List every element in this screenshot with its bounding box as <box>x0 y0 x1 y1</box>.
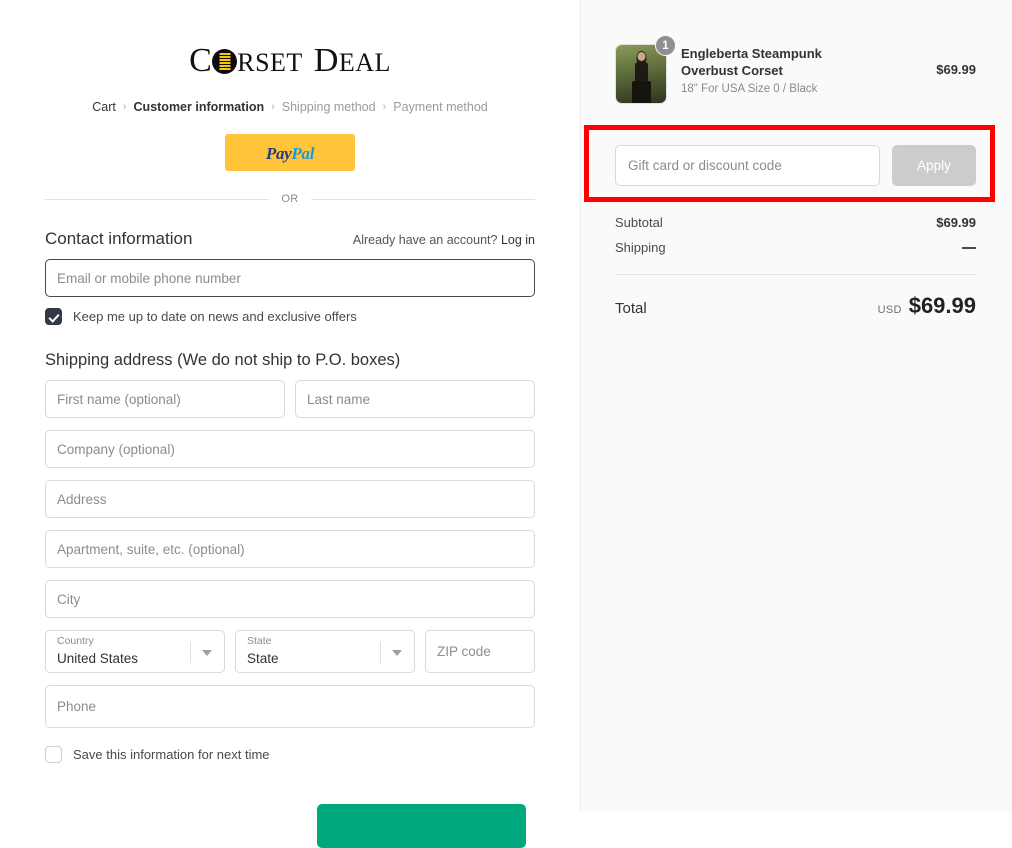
store-logo-text: C RSET DEAL <box>189 44 391 78</box>
product-image-figure <box>631 51 652 103</box>
last-name-input[interactable] <box>295 380 535 418</box>
or-divider-line-right <box>310 198 535 200</box>
company-input[interactable] <box>45 430 535 468</box>
breadcrumb: Cart › Customer information › Shipping m… <box>45 100 535 114</box>
phone-input[interactable] <box>45 685 535 728</box>
breadcrumb-separator-icon: › <box>382 101 387 113</box>
first-name-input[interactable] <box>45 380 285 418</box>
shipping-label: Shipping <box>615 240 666 255</box>
apply-discount-button[interactable]: Apply <box>892 145 976 186</box>
state-select[interactable]: State State <box>235 630 415 673</box>
quantity-badge: 1 <box>655 35 676 56</box>
line-item-variant: 18" For USA Size 0 / Black <box>681 83 818 96</box>
chevron-down-icon <box>392 649 402 656</box>
newsletter-checkbox[interactable] <box>45 308 62 325</box>
order-totals: Subtotal $69.99 Shipping Total USD $69.9… <box>615 210 976 319</box>
logo-letter-c: C <box>189 42 213 79</box>
subtotal-row: Subtotal $69.99 <box>615 210 976 235</box>
product-thumbnail-wrap: 1 <box>615 35 676 104</box>
total-amount-group: USD $69.99 <box>878 293 976 319</box>
line-item-info: Engleberta Steampunk Overbust Corset 18"… <box>681 44 922 95</box>
checkout-main-column: C RSET DEAL Cart › Customer information › … <box>0 0 580 848</box>
logo-letter-d: D <box>313 42 339 79</box>
chevron-down-icon <box>202 649 212 656</box>
total-currency: USD <box>877 304 902 316</box>
logo-text-rset: RSET <box>237 48 303 77</box>
save-information-label: Save this information for next time <box>73 747 270 762</box>
corset-lacing-o-icon <box>212 49 238 74</box>
breadcrumb-item-customer-information[interactable]: Customer information <box>134 100 265 114</box>
zip-code-input[interactable] <box>425 630 535 673</box>
breadcrumb-separator-icon: › <box>122 101 127 113</box>
apartment-input[interactable] <box>45 530 535 568</box>
newsletter-checkbox-label: Keep me up to date on news and exclusive… <box>73 309 357 324</box>
or-divider-label: OR <box>281 193 299 205</box>
totals-divider <box>615 274 976 275</box>
contact-information-header: Contact information Already have an acco… <box>45 229 535 249</box>
country-select-divider <box>190 642 191 663</box>
checkout-page: C RSET DEAL Cart › Customer information › … <box>0 0 1012 848</box>
breadcrumb-separator-icon: › <box>271 101 275 113</box>
or-divider: OR <box>45 193 535 205</box>
subtotal-value: $69.99 <box>936 215 976 230</box>
name-fields-row <box>45 380 535 418</box>
breadcrumb-item-cart[interactable]: Cart <box>92 100 116 114</box>
save-info-row[interactable]: Save this information for next time <box>45 746 535 763</box>
subtotal-label: Subtotal <box>615 215 663 230</box>
log-in-link[interactable]: Log in <box>501 233 535 247</box>
paypal-checkout-button[interactable]: PayPal <box>225 134 355 171</box>
express-checkout-section: PayPal <box>45 134 535 171</box>
total-amount: $69.99 <box>908 293 976 318</box>
discount-code-input[interactable] <box>615 145 880 186</box>
logo-text-eal: EAL <box>338 48 391 77</box>
country-select-label: Country <box>57 635 94 647</box>
order-summary-column: 1 Engleberta Steampunk Overbust Corset 1… <box>580 0 1012 812</box>
email-or-phone-input[interactable] <box>45 259 535 297</box>
breadcrumb-item-payment-method: Payment method <box>393 100 488 114</box>
country-select[interactable]: Country United States <box>45 630 225 673</box>
country-select-value: United States <box>57 651 139 666</box>
order-line-item: 1 Engleberta Steampunk Overbust Corset 1… <box>615 35 976 104</box>
line-item-price: $69.99 <box>936 62 976 77</box>
state-select-label: State <box>247 635 272 647</box>
summary-divider <box>615 126 976 127</box>
country-state-zip-row: Country United States State State <box>45 630 535 673</box>
line-item-title: Engleberta Steampunk Overbust Corset <box>681 46 822 79</box>
shipping-value-dash-icon <box>962 246 976 249</box>
login-prompt: Already have an account? Log in <box>353 233 535 247</box>
login-prompt-text: Already have an account? <box>352 233 498 247</box>
paypal-logo-pal: Pal <box>291 144 315 163</box>
contact-information-title: Contact information <box>45 229 193 248</box>
shipping-address-title: Shipping address (We do not ship to P.O.… <box>45 351 401 369</box>
save-information-checkbox[interactable] <box>45 746 62 763</box>
or-divider-line-left <box>45 198 270 200</box>
state-select-divider <box>380 642 381 663</box>
city-input[interactable] <box>45 580 535 618</box>
breadcrumb-item-shipping-method: Shipping method <box>281 100 376 114</box>
store-logo[interactable]: C RSET DEAL <box>45 44 535 84</box>
total-label: Total <box>615 300 647 317</box>
discount-code-section: Apply <box>615 145 976 186</box>
paypal-logo-pay: Pay <box>265 144 292 163</box>
address-input[interactable] <box>45 480 535 518</box>
continue-to-shipping-button[interactable] <box>317 804 526 848</box>
grand-total-row: Total USD $69.99 <box>615 293 976 319</box>
shipping-row: Shipping <box>615 235 976 260</box>
state-select-value: State <box>247 651 279 666</box>
newsletter-opt-in-row[interactable]: Keep me up to date on news and exclusive… <box>45 308 535 325</box>
